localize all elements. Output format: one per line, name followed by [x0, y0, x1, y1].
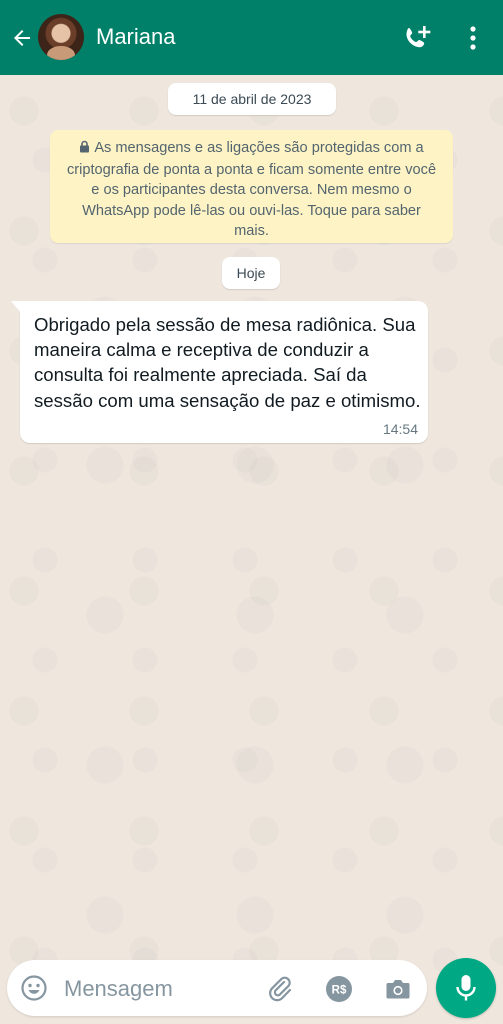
add-call-icon[interactable]: [403, 24, 435, 52]
emoji-icon[interactable]: [20, 974, 48, 1002]
chat-header: Mariana: [0, 0, 503, 75]
date-chip: 11 de abril de 2023: [168, 83, 336, 115]
message-time: 14:54: [382, 421, 418, 437]
paperclip-icon[interactable]: [265, 974, 295, 1004]
more-vertical-icon[interactable]: [460, 24, 486, 52]
payment-label: R$: [332, 985, 347, 997]
contact-name[interactable]: Mariana: [96, 24, 175, 50]
lock-icon: [79, 139, 90, 160]
message-bubble[interactable]: Obrigado pela sessão de mesa radiônica. …: [11, 301, 428, 443]
arrow-left-icon[interactable]: [8, 24, 36, 52]
message-composer: R$: [7, 960, 427, 1016]
microphone-icon[interactable]: [436, 958, 496, 1018]
avatar[interactable]: [38, 14, 84, 60]
payment-icon[interactable]: R$: [324, 974, 354, 1004]
today-chip: Hoje: [222, 257, 280, 289]
message-input[interactable]: [62, 970, 256, 1008]
encryption-notice-text: As mensagens e as ligações são protegida…: [66, 140, 437, 239]
message-text: Obrigado pela sessão de mesa radiônica. …: [34, 314, 421, 411]
camera-icon[interactable]: [383, 974, 413, 1004]
encryption-notice[interactable]: As mensagens e as ligações são protegida…: [50, 130, 453, 243]
